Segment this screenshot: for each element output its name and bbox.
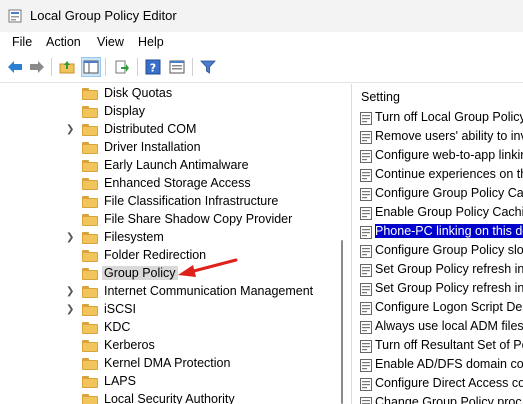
setting-label: Always use local ADM files f: [375, 319, 523, 333]
tree-scrollbar-thumb[interactable]: [341, 240, 343, 404]
policy-setting-icon: [360, 226, 372, 239]
menu-action[interactable]: Action: [46, 35, 81, 49]
policy-setting-icon: [360, 283, 372, 296]
setting-row[interactable]: Configure web-to-app linkin: [354, 147, 523, 166]
help-button[interactable]: ?: [143, 57, 163, 77]
setting-label: Change Group Policy proc: [375, 395, 522, 404]
svg-text:?: ?: [150, 62, 156, 75]
back-button[interactable]: [5, 57, 25, 77]
setting-label: Configure Direct Access cor: [375, 376, 523, 390]
filter-icon: [200, 60, 216, 74]
back-icon: [8, 61, 22, 73]
toolbar: ?: [0, 52, 523, 83]
setting-row[interactable]: Turn off Resultant Set of Po: [354, 337, 523, 356]
console-tree[interactable]: Disk Quotas Display ❯ Distributed COM Dr…: [0, 84, 352, 404]
filter-button[interactable]: [198, 57, 218, 77]
window-title: Local Group Policy Editor: [30, 8, 177, 23]
setting-label: Turn off Resultant Set of Po: [375, 338, 523, 352]
setting-column-label: Setting: [361, 90, 400, 104]
setting-row[interactable]: Set Group Policy refresh inte: [354, 280, 523, 299]
setting-row[interactable]: Phone-PC linking on this de: [354, 223, 523, 242]
policy-setting-icon: [360, 340, 372, 353]
setting-row[interactable]: Configure Group Policy Cac: [354, 185, 523, 204]
policy-setting-icon: [360, 264, 372, 277]
setting-label: Phone-PC linking on this de: [375, 224, 523, 238]
setting-label: Configure Group Policy Cac: [375, 186, 523, 200]
setting-label: Set Group Policy refresh inte: [375, 281, 523, 295]
setting-row[interactable]: Configure Logon Script Dela: [354, 299, 523, 318]
policy-setting-icon: [360, 378, 372, 391]
setting-row[interactable]: Remove users' ability to inv: [354, 128, 523, 147]
setting-row[interactable]: Change Group Policy proc: [354, 394, 523, 404]
setting-label: Configure Group Policy slov: [375, 243, 523, 257]
group-policy-app-icon: [8, 9, 22, 23]
setting-label: Turn off Local Group Policy: [375, 110, 523, 124]
policy-setting-icon: [360, 112, 372, 125]
policy-setting-icon: [360, 169, 372, 182]
setting-row[interactable]: Configure Group Policy slov: [354, 242, 523, 261]
policy-setting-icon: [360, 188, 372, 201]
menu-bar: File Action View Help: [0, 32, 523, 52]
policy-setting-icon: [360, 131, 372, 144]
setting-label: Configure web-to-app linkin: [375, 148, 523, 162]
setting-label: Continue experiences on thi: [375, 167, 523, 181]
setting-label: Configure Logon Script Dela: [375, 300, 523, 314]
forward-icon: [30, 61, 44, 73]
setting-row[interactable]: Turn off Local Group Policy: [354, 109, 523, 128]
show-hide-console-tree-icon: [83, 60, 99, 74]
help-icon: ?: [145, 59, 161, 75]
up-folder-icon: [59, 61, 75, 74]
menu-view[interactable]: View: [97, 35, 124, 49]
setting-row[interactable]: Continue experiences on thi: [354, 166, 523, 185]
show-hide-console-tree-button[interactable]: [81, 57, 101, 77]
setting-row[interactable]: Enable AD/DFS domain con: [354, 356, 523, 375]
title-bar: Local Group Policy Editor: [0, 0, 523, 32]
policy-setting-icon: [360, 321, 372, 334]
setting-row[interactable]: Enable Group Policy Cachin: [354, 204, 523, 223]
settings-pane[interactable]: Setting Turn off Local Group Policy Remov…: [354, 84, 523, 404]
properties-button[interactable]: [167, 57, 187, 77]
policy-setting-icon: [360, 207, 372, 220]
setting-label: Enable AD/DFS domain con: [375, 357, 523, 371]
policy-setting-icon: [360, 359, 372, 372]
policy-setting-icon: [360, 150, 372, 163]
setting-label: Enable Group Policy Cachin: [375, 205, 523, 219]
setting-label: Remove users' ability to inv: [375, 129, 523, 143]
policy-setting-icon: [360, 245, 372, 258]
setting-label: Set Group Policy refresh inte: [375, 262, 523, 276]
menu-help[interactable]: Help: [138, 35, 164, 49]
setting-row[interactable]: Set Group Policy refresh inte: [354, 261, 523, 280]
forward-button[interactable]: [27, 57, 47, 77]
setting-row[interactable]: Configure Direct Access cor: [354, 375, 523, 394]
setting-row[interactable]: Always use local ADM files f: [354, 318, 523, 337]
up-one-level-button[interactable]: [57, 57, 77, 77]
menu-file[interactable]: File: [12, 35, 32, 49]
policy-setting-icon: [360, 397, 372, 404]
red-arrow-annotation: [178, 258, 238, 277]
export-list-button[interactable]: [112, 57, 132, 77]
setting-column-header[interactable]: Setting: [354, 84, 523, 110]
policy-setting-icon: [360, 302, 372, 315]
export-list-icon: [115, 60, 129, 74]
properties-icon: [169, 60, 185, 74]
